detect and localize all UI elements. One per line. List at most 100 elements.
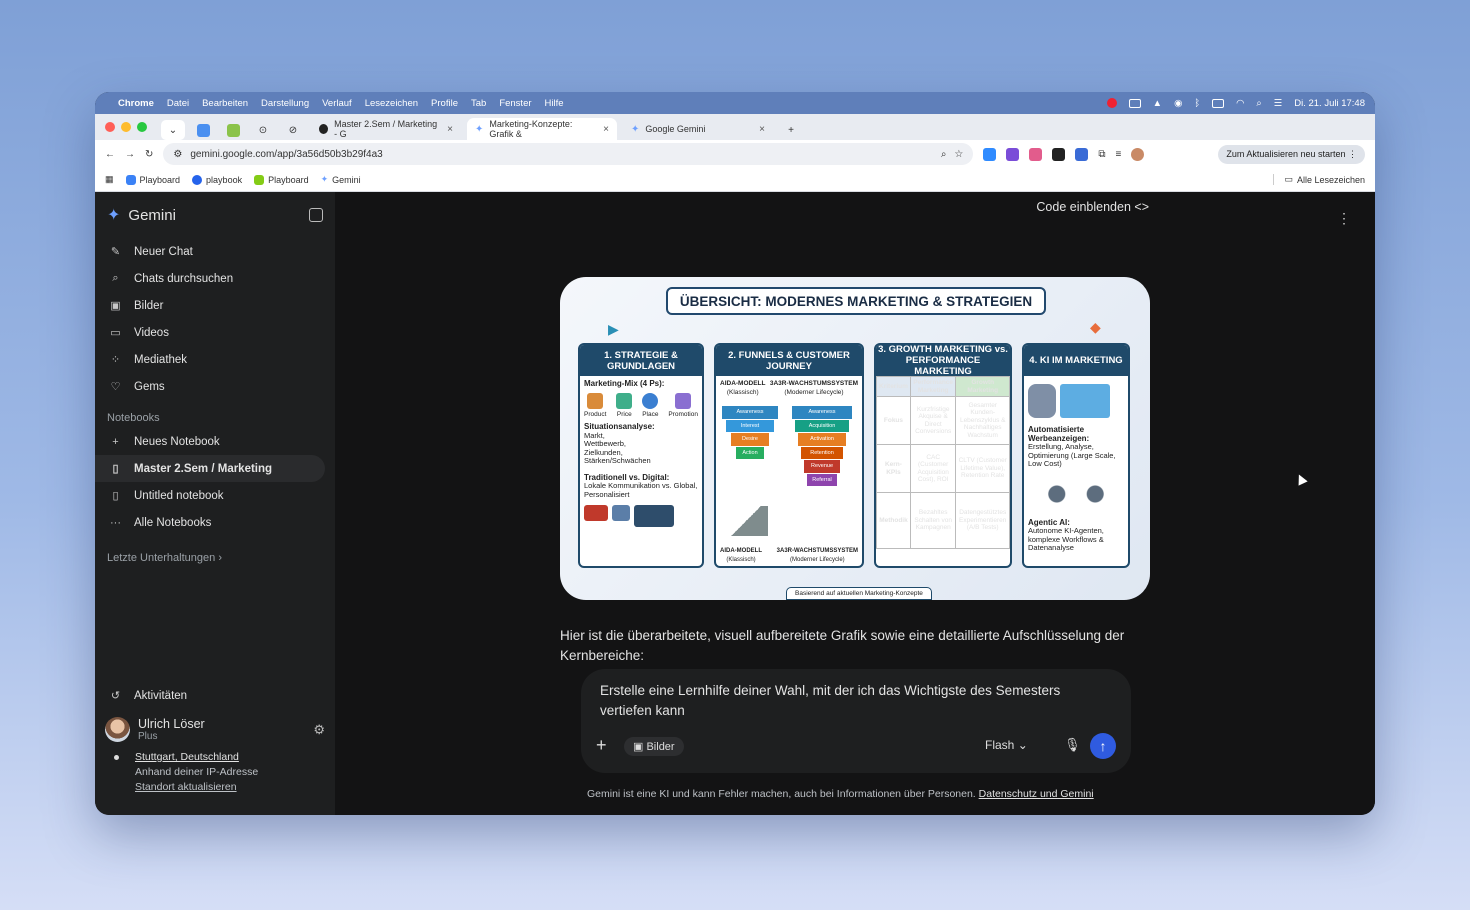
menu-profile[interactable]: Profile <box>431 98 458 109</box>
new-tab-button[interactable]: + <box>779 120 803 140</box>
collapse-sidebar-icon[interactable] <box>309 208 323 222</box>
extension-1-icon[interactable] <box>983 147 997 161</box>
menu-tab[interactable]: Tab <box>471 98 486 109</box>
show-code-button[interactable]: Code einblenden <> <box>1036 200 1149 214</box>
tab-marketing-konzepte[interactable]: ✦ Marketing-Konzepte: Grafik & × <box>467 118 617 140</box>
brand-name: Gemini <box>128 206 176 224</box>
image-icon: ▣ <box>110 300 121 312</box>
profile-avatar-icon[interactable] <box>1131 147 1145 161</box>
image-icon: ▣ <box>633 741 644 753</box>
menu-lesezeichen[interactable]: Lesezeichen <box>365 98 418 109</box>
reload-icon[interactable]: ↻ <box>145 149 153 160</box>
apps-grid-icon[interactable]: ▦ <box>105 174 114 185</box>
close-tab-icon[interactable]: × <box>603 124 609 135</box>
send-button[interactable]: ↑ <box>1090 733 1116 759</box>
play-icon[interactable]: ◉ <box>1174 98 1182 109</box>
prompt-composer[interactable]: Erstelle eine Lernhilfe deiner Wahl, mit… <box>581 669 1131 773</box>
all-bookmarks[interactable]: ▭ Alle Lesezeichen <box>1273 174 1365 185</box>
nav-notebook-untitled[interactable]: ▯ Untitled notebook <box>95 482 335 509</box>
nav-search-chats[interactable]: ⌕ Chats durchsuchen <box>95 265 335 292</box>
menu-datei[interactable]: Datei <box>167 98 189 109</box>
forward-icon[interactable]: → <box>125 149 135 160</box>
model-selector[interactable]: Flash ⌄ <box>985 738 1028 752</box>
back-icon[interactable]: ← <box>105 149 115 160</box>
extension-3-icon[interactable] <box>1029 147 1043 161</box>
bookmark-gemini[interactable]: ✦ Gemini <box>321 174 361 185</box>
close-tab-icon[interactable]: × <box>759 124 765 135</box>
menu-hilfe[interactable]: Hilfe <box>545 98 564 109</box>
extension-4-icon[interactable] <box>1052 147 1066 161</box>
nav-videos[interactable]: ▭ Videos <box>95 319 335 346</box>
nav-new-chat[interactable]: ✎ Neuer Chat <box>95 238 335 265</box>
infographic-image[interactable]: ÜBERSICHT: MODERNES MARKETING & STRATEGI… <box>560 277 1150 600</box>
clock[interactable]: Di. 21. Juli 17:48 <box>1294 98 1365 109</box>
zoom-window-button[interactable] <box>137 122 147 132</box>
more-options-icon[interactable]: ⋮ <box>1337 210 1351 227</box>
pinned-tab-1[interactable] <box>191 120 215 140</box>
add-attachment-icon[interactable]: + <box>596 735 607 756</box>
update-location-link[interactable]: Standort aktualisieren <box>135 780 321 795</box>
notebook-icon: ▯ <box>112 463 119 475</box>
folder-icon: ▭ <box>1284 174 1293 184</box>
omnibox[interactable]: ⚙ gemini.google.com/app/3a56d50b3b29f4a3… <box>163 143 974 165</box>
bluetooth-icon[interactable]: ᛒ <box>1194 98 1200 109</box>
nav-all-notebooks[interactable]: ··· Alle Notebooks <box>95 509 335 536</box>
location-info: Stuttgart, Deutschland Anhand deiner IP-… <box>95 750 335 795</box>
bookmark-star-icon[interactable]: ☆ <box>954 149 963 160</box>
aida-funnel: Awareness Interest Desire Action <box>722 406 778 459</box>
control-center-icon[interactable]: ☰ <box>1274 98 1283 109</box>
3a3r-label: 3A3R-WACHSTUMSSYSTEM <box>769 380 858 387</box>
prompt-input[interactable]: Erstelle eine Lernhilfe deiner Wahl, mit… <box>600 681 1110 721</box>
spotlight-icon[interactable]: ⌕ <box>1256 98 1261 109</box>
nav-library[interactable]: ⁘ Mediathek <box>95 346 335 373</box>
browser-window: Chrome Datei Bearbeiten Darstellung Verl… <box>95 92 1375 815</box>
nav-activity[interactable]: ↺ Aktivitäten <box>95 682 335 709</box>
bookmark-playboard[interactable]: Playboard <box>125 174 180 185</box>
menu-darstellung[interactable]: Darstellung <box>261 98 309 109</box>
settings-gear-icon[interactable]: ⚙ <box>313 722 325 738</box>
tab-google-gemini[interactable]: ✦ Google Gemini × <box>623 118 773 140</box>
tab-search-icon[interactable]: ⌄ <box>161 120 185 140</box>
record-icon[interactable] <box>1106 98 1117 108</box>
url-text[interactable]: gemini.google.com/app/3a56d50b3b29f4a3 <box>190 149 932 160</box>
pinned-tab-4[interactable]: ⊘ <box>281 120 305 140</box>
bookmark-playboard-2[interactable]: Playboard <box>254 174 309 185</box>
screen-icon[interactable] <box>1128 98 1141 108</box>
recent-conversations[interactable]: Letzte Unterhaltungen › <box>95 536 335 580</box>
close-tab-icon[interactable]: × <box>447 124 453 135</box>
nav-images[interactable]: ▣ Bilder <box>95 292 335 319</box>
update-button[interactable]: Zum Aktualisieren neu starten ⋮ <box>1218 144 1365 164</box>
extension-5-icon[interactable] <box>1075 147 1089 161</box>
extension-2-icon[interactable] <box>1006 147 1020 161</box>
menu-fenster[interactable]: Fenster <box>499 98 531 109</box>
privacy-link[interactable]: Datenschutz und Gemini <box>979 788 1094 800</box>
menu-app-name[interactable]: Chrome <box>118 98 154 109</box>
location-city-link[interactable]: Stuttgart, Deutschland <box>135 750 321 765</box>
zoom-icon[interactable]: ⌕ <box>941 149 947 160</box>
wifi-icon[interactable]: ◠ <box>1236 98 1244 109</box>
images-tool-chip[interactable]: ▣ Bilder <box>624 737 684 756</box>
diamond-decor-icon: ◆ <box>1090 319 1101 335</box>
nav-notebook-master[interactable]: ▯ Master 2.Sem / Marketing <box>95 455 325 482</box>
site-info-icon[interactable]: ⚙ <box>173 149 182 160</box>
battery-icon[interactable] <box>1212 98 1225 108</box>
menu-verlauf[interactable]: Verlauf <box>322 98 352 109</box>
nav-gems[interactable]: ♡ Gems <box>95 373 335 400</box>
pinned-tab-2[interactable] <box>221 120 245 140</box>
menu-bearbeiten[interactable]: Bearbeiten <box>202 98 248 109</box>
close-window-button[interactable] <box>105 122 115 132</box>
nav-new-notebook[interactable]: + Neues Notebook <box>95 428 335 455</box>
extensions-puzzle-icon[interactable]: ⧉ <box>1098 149 1105 160</box>
drive-icon[interactable]: ▲ <box>1153 98 1162 109</box>
tab-label: Google Gemini <box>645 124 706 134</box>
avatar[interactable] <box>105 717 130 742</box>
user-profile[interactable]: Ulrich Löser Plus ⚙ <box>95 709 335 750</box>
minimize-window-button[interactable] <box>121 122 131 132</box>
tab-master-marketing[interactable]: Master 2.Sem / Marketing - G × <box>311 118 461 140</box>
bookmark-playbook[interactable]: playbook <box>192 174 242 185</box>
microphone-icon[interactable]: 🎙 <box>1064 737 1081 753</box>
infographic-footer: Basierend auf aktuellen Marketing-Konzep… <box>786 587 932 600</box>
pinned-tab-3[interactable]: ⊙ <box>251 120 275 140</box>
reading-list-icon[interactable]: ≡ <box>1116 149 1122 160</box>
robot-illustration <box>1028 384 1124 418</box>
